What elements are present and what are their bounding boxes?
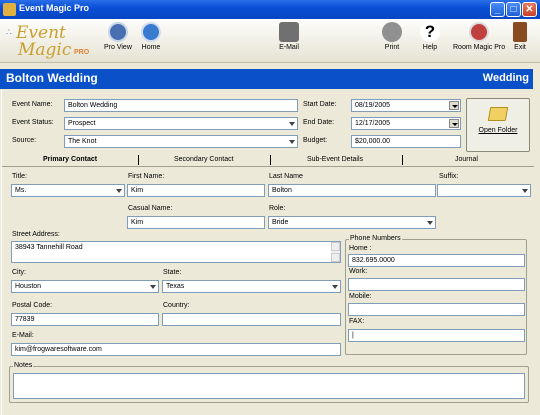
start-date-picker[interactable]: 08/19/2005 [351, 99, 461, 112]
home-icon [141, 22, 161, 42]
state-select[interactable]: Texas [162, 280, 341, 293]
event-header: Bolton Wedding Wedding [0, 69, 533, 89]
phone-numbers-group: Phone Numbers Home : 832.695.0000 Work: … [345, 235, 527, 355]
room-magic-icon [469, 22, 490, 42]
postal-code-input[interactable]: 77839 [11, 313, 159, 326]
minimize-button[interactable]: _ [490, 2, 505, 17]
title-bar: Event Magic Pro _ □ ✕ [0, 0, 540, 19]
chevron-down-icon [519, 185, 530, 196]
suffix-label: Suffix: [439, 173, 459, 180]
event-status-label: Event Status: [12, 119, 54, 126]
pro-view-icon [107, 22, 128, 42]
help-button[interactable]: ? Help [420, 22, 440, 51]
work-phone-label: Work: [349, 268, 368, 275]
chevron-down-icon [329, 281, 340, 292]
event-status-select[interactable]: Prospect [64, 117, 298, 130]
calendar-dropdown-icon[interactable] [449, 101, 459, 110]
city-label: City: [12, 269, 26, 276]
postal-code-label: Postal Code: [12, 302, 53, 309]
budget-input[interactable]: $20,000.00 [351, 135, 461, 148]
suffix-select[interactable] [437, 184, 531, 197]
chevron-down-icon [113, 185, 124, 196]
street-address-label: Street Address: [12, 231, 60, 238]
chevron-down-icon [147, 281, 158, 292]
casual-name-input[interactable]: Kim [127, 216, 265, 229]
title-select[interactable]: Ms. [11, 184, 125, 197]
mobile-phone-label: Mobile: [349, 293, 372, 300]
email-label: E-Mail: [12, 332, 34, 339]
fax-label: FAX: [349, 318, 365, 325]
email-input[interactable]: kim@frogwaresoftware.com [11, 343, 341, 356]
country-input[interactable] [162, 313, 341, 326]
state-label: State: [163, 269, 182, 276]
chevron-down-icon [424, 217, 435, 228]
end-date-picker[interactable]: 12/17/2005 [351, 117, 461, 130]
chevron-down-icon [286, 118, 297, 129]
open-folder-button[interactable]: Open Folder [466, 98, 530, 152]
home-phone-label: Home : [349, 245, 372, 252]
tab-journal[interactable]: Journal [455, 156, 478, 163]
notes-title: Notes [13, 362, 34, 369]
role-select[interactable]: Bride [268, 216, 436, 229]
country-label: Country: [163, 302, 190, 309]
source-label: Source: [12, 137, 37, 144]
folder-icon [487, 107, 509, 121]
first-name-input[interactable]: Kim [127, 184, 265, 197]
event-name-input[interactable]: Bolton Wedding [64, 99, 298, 112]
room-magic-pro-button[interactable]: Room Magic Pro [453, 22, 505, 51]
tab-primary-contact[interactable]: Primary Contact [43, 156, 97, 163]
last-name-label: Last Name [269, 173, 303, 180]
print-icon [382, 22, 402, 42]
budget-label: Budget: [303, 137, 328, 144]
last-name-input[interactable]: Bolton [268, 184, 436, 197]
event-title: Bolton Wedding [6, 71, 98, 85]
pro-view-button[interactable]: Pro View [104, 22, 132, 51]
end-date-label: End Date: [303, 119, 335, 126]
phone-numbers-title: Phone Numbers [349, 235, 402, 242]
exit-button[interactable]: Exit [513, 22, 527, 51]
maximize-button[interactable]: □ [506, 2, 521, 17]
scrollbar[interactable] [331, 242, 340, 262]
street-address-input[interactable]: 38943 Tannehill Road [11, 241, 341, 263]
casual-name-label: Casual Name: [128, 205, 173, 212]
close-button[interactable]: ✕ [522, 2, 537, 17]
notes-textarea[interactable] [13, 373, 525, 399]
start-date-label: Start Date: [303, 101, 337, 108]
chevron-down-icon [286, 136, 297, 147]
title-label: Title: [12, 173, 27, 180]
source-select[interactable]: The Knot [64, 135, 298, 148]
tab-sub-event-details[interactable]: Sub-Event Details [307, 156, 363, 163]
event-type: Wedding [482, 72, 529, 84]
city-select[interactable]: Houston [11, 280, 159, 293]
event-form: Event Name: Bolton Wedding Event Status:… [1, 90, 534, 415]
home-button[interactable]: Home [141, 22, 161, 51]
print-button[interactable]: Print [382, 22, 402, 51]
work-phone-input[interactable] [348, 278, 525, 291]
calendar-dropdown-icon[interactable] [449, 119, 459, 128]
email-icon [279, 22, 299, 42]
event-name-label: Event Name: [12, 101, 53, 108]
notes-group: Notes [9, 362, 529, 403]
exit-door-icon [513, 22, 527, 42]
window-title: Event Magic Pro [19, 3, 90, 13]
toolbar: ∴ Event Magic PRO Pro View Home E-Mail P… [0, 19, 540, 63]
role-label: Role: [269, 205, 286, 212]
app-logo: ∴ Event Magic PRO [6, 23, 90, 60]
mobile-phone-input[interactable] [348, 303, 525, 316]
help-icon: ? [420, 22, 440, 42]
home-phone-input[interactable]: 832.695.0000 [348, 254, 525, 267]
fax-input[interactable]: | [348, 329, 525, 342]
email-button[interactable]: E-Mail [279, 22, 299, 51]
tab-secondary-contact[interactable]: Secondary Contact [174, 156, 234, 163]
first-name-label: First Name: [128, 173, 165, 180]
app-icon [3, 3, 16, 16]
